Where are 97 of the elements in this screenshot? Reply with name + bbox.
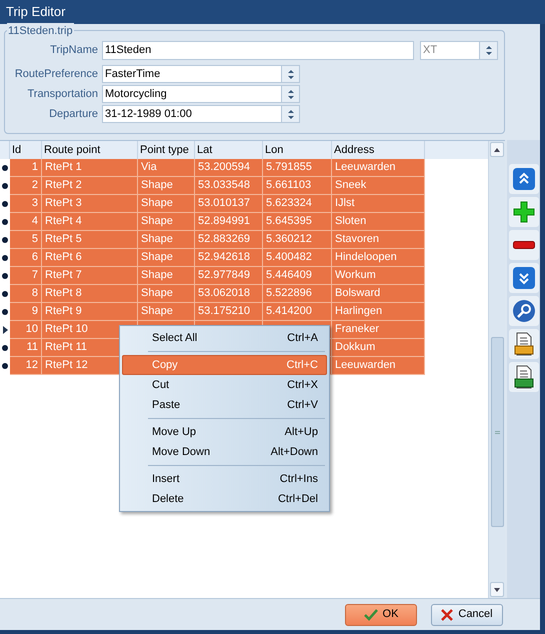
table-cell: 9 (10, 303, 42, 321)
table-cell: RtePt 9 (42, 303, 138, 321)
table-cell: Shape (138, 177, 195, 195)
group-title: 11Steden.trip (7, 23, 74, 40)
table-cell: Franeker (332, 321, 425, 339)
menu-item[interactable]: Paste Ctrl+V (122, 395, 327, 415)
minus-icon[interactable] (508, 230, 538, 260)
table-cell: Leeuwarden (332, 159, 425, 177)
table-cell: 53.062018 (195, 285, 263, 303)
table-cell: Shape (138, 285, 195, 303)
scrollbar[interactable] (488, 141, 505, 598)
table-cell: Shape (138, 249, 195, 267)
table-cell: 5.360212 (263, 231, 332, 249)
table-cell: Shape (138, 267, 195, 285)
table-cell: 10 (10, 321, 42, 339)
menu-item[interactable]: Delete Ctrl+Del (122, 489, 327, 509)
menu-item[interactable]: Insert Ctrl+Ins (122, 469, 327, 489)
spin-arrows-icon[interactable] (281, 106, 299, 122)
table-cell: RtePt 5 (42, 231, 138, 249)
table-cell: 5.791855 (263, 159, 332, 177)
table-cell: 5.400482 (263, 249, 332, 267)
menu-item[interactable]: Move Up Alt+Up (122, 422, 327, 442)
menu-item[interactable]: Cut Ctrl+X (122, 375, 327, 395)
table-cell: Sloten (332, 213, 425, 231)
combo-box[interactable]: FasterTime (102, 65, 300, 83)
table-cell: 5.446409 (263, 267, 332, 285)
ok-button[interactable]: OK (345, 604, 417, 626)
table-cell: Shape (138, 213, 195, 231)
table-cell: 2 (10, 177, 42, 195)
table-cell: 5.522896 (263, 285, 332, 303)
close-icon (441, 608, 454, 620)
table-cell: 52.883269 (195, 231, 263, 249)
table-cell: 53.033548 (195, 177, 263, 195)
spin-arrows-icon[interactable] (281, 86, 299, 102)
field-label: TripName (49, 43, 98, 58)
scroll-down-button[interactable] (490, 582, 504, 597)
table-cell: Leeuwarden (332, 357, 425, 375)
csv-file-icon[interactable] (508, 362, 538, 392)
table-cell: 12 (10, 357, 42, 375)
table-cell: Bolsward (332, 285, 425, 303)
table-cell: Dokkum (332, 339, 425, 357)
table-cell: Shape (138, 303, 195, 321)
caret-down-icon (494, 588, 500, 592)
table-cell: Harlingen (332, 303, 425, 321)
combo-box[interactable]: 31-12-1989 01:00 (102, 105, 300, 123)
table-cell: RtePt 1 (42, 159, 138, 177)
table-cell: 53.175210 (195, 303, 263, 321)
scroll-thumb[interactable] (490, 337, 504, 527)
table-cell: Stavoren (332, 231, 425, 249)
table-cell: 3 (10, 195, 42, 213)
table-cell: Workum (332, 267, 425, 285)
table-cell: 5 (10, 231, 42, 249)
menu-item[interactable]: Move Down Alt+Down (122, 442, 327, 462)
table-cell: 53.010137 (195, 195, 263, 213)
table-cell: 11 (10, 339, 42, 357)
caret-up-icon (494, 148, 500, 152)
table-cell: RtePt 4 (42, 213, 138, 231)
table-cell: 52.977849 (195, 267, 263, 285)
table-cell: 4 (10, 213, 42, 231)
table-cell: 52.942618 (195, 249, 263, 267)
table-cell: 52.894991 (195, 213, 263, 231)
table-cell: 8 (10, 285, 42, 303)
spin-arrows-icon[interactable] (281, 66, 299, 82)
table-cell: RtePt 2 (42, 177, 138, 195)
table-cell: Hindeloopen (332, 249, 425, 267)
table-cell: Via (138, 159, 195, 177)
table-cell: Sneek (332, 177, 425, 195)
spin-arrows-icon[interactable] (479, 42, 497, 59)
double-chevron-up-icon[interactable] (508, 164, 538, 194)
table-cell: 7 (10, 267, 42, 285)
table-cell: 5.623324 (263, 195, 332, 213)
table-cell: RtePt 7 (42, 267, 138, 285)
magnifier-icon[interactable] (508, 296, 538, 326)
field-label: RoutePreference (14, 66, 98, 82)
table-cell: RtePt 8 (42, 285, 138, 303)
field-label: Transportation (26, 86, 98, 102)
table-cell: 5.645395 (263, 213, 332, 231)
table-cell: Shape (138, 231, 195, 249)
table-cell: 53.200594 (195, 159, 263, 177)
table-cell: RtePt 3 (42, 195, 138, 213)
table-cell: 5.414200 (263, 303, 332, 321)
table-cell: 6 (10, 249, 42, 267)
table-cell: RtePt 6 (42, 249, 138, 267)
cancel-button[interactable]: Cancel (431, 604, 503, 626)
table-cell: 1 (10, 159, 42, 177)
plus-icon[interactable] (508, 197, 538, 227)
table-cell: Shape (138, 195, 195, 213)
window-title: Trip Editor (6, 3, 66, 22)
text-field[interactable]: 11Steden (102, 41, 414, 60)
scroll-up-button[interactable] (490, 142, 504, 157)
table-cell: IJlst (332, 195, 425, 213)
table-cell: 5.661103 (263, 177, 332, 195)
combo-box[interactable]: Motorcycling (102, 85, 300, 103)
check-icon (364, 608, 378, 620)
gpx-file-icon[interactable] (508, 329, 538, 359)
double-chevron-down-icon[interactable] (508, 263, 538, 293)
field-label: Departure (48, 106, 98, 122)
